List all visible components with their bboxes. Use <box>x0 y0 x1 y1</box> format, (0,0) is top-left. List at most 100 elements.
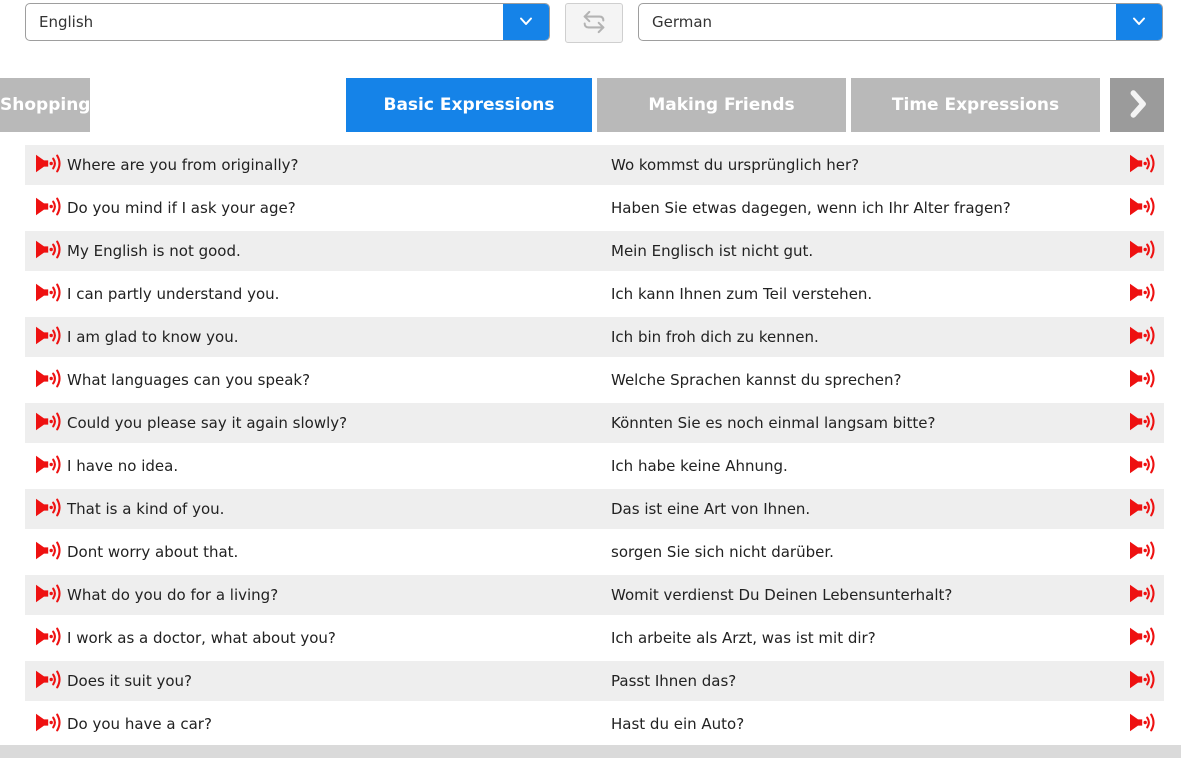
play-target-audio-button[interactable] <box>1129 188 1156 228</box>
speaker-icon <box>1129 497 1156 521</box>
speaker-icon <box>35 454 62 478</box>
play-target-audio-button[interactable] <box>1129 274 1156 314</box>
target-phrase: Ich kann Ihnen zum Teil verstehen. <box>611 274 872 314</box>
play-source-audio-button[interactable] <box>35 489 62 529</box>
source-phrase: Where are you from originally? <box>67 145 299 185</box>
source-language-value: English <box>26 4 503 40</box>
play-target-audio-button[interactable] <box>1129 446 1156 486</box>
phrase-row: That is a kind of you. Das ist eine Art … <box>25 489 1164 529</box>
play-target-audio-button[interactable] <box>1129 704 1156 744</box>
phrase-row: Could you please say it again slowly? Kö… <box>25 403 1164 443</box>
speaker-icon <box>1129 583 1156 607</box>
swap-arrows-icon <box>577 8 611 39</box>
target-language-dropdown-button[interactable] <box>1116 4 1162 40</box>
target-phrase: sorgen Sie sich nicht darüber. <box>611 532 834 572</box>
speaker-icon <box>1129 196 1156 220</box>
play-target-audio-button[interactable] <box>1129 317 1156 357</box>
phrase-row: Dont worry about that. sorgen Sie sich n… <box>25 532 1164 572</box>
target-language-value: German <box>639 4 1116 40</box>
target-phrase: Welche Sprachen kannst du sprechen? <box>611 360 902 400</box>
play-target-audio-button[interactable] <box>1129 532 1156 572</box>
target-phrase: Womit verdienst Du Deinen Lebensunterhal… <box>611 575 952 615</box>
phrase-row: Do you mind if I ask your age? Haben Sie… <box>25 188 1164 228</box>
source-phrase: Does it suit you? <box>67 661 192 701</box>
target-phrase: Ich bin froh dich zu kennen. <box>611 317 819 357</box>
phrase-row: I have no idea. Ich habe keine Ahnung. <box>25 446 1164 486</box>
speaker-icon <box>1129 239 1156 263</box>
phrase-row: Does it suit you? Passt Ihnen das? <box>25 661 1164 701</box>
chevron-down-icon <box>514 9 538 36</box>
source-language-select[interactable]: English <box>25 3 550 41</box>
source-phrase: Do you mind if I ask your age? <box>67 188 296 228</box>
target-phrase: Mein Englisch ist nicht gut. <box>611 231 813 271</box>
play-source-audio-button[interactable] <box>35 575 62 615</box>
speaker-icon <box>1129 626 1156 650</box>
speaker-icon <box>35 239 62 263</box>
play-source-audio-button[interactable] <box>35 360 62 400</box>
play-target-audio-button[interactable] <box>1129 575 1156 615</box>
speaker-icon <box>1129 454 1156 478</box>
speaker-icon <box>1129 282 1156 306</box>
tab-basic-expressions[interactable]: Basic Expressions <box>346 78 592 132</box>
target-phrase: Haben Sie etwas dagegen, wenn ich Ihr Al… <box>611 188 1011 228</box>
play-source-audio-button[interactable] <box>35 403 62 443</box>
source-phrase: Could you please say it again slowly? <box>67 403 347 443</box>
chevron-right-icon <box>1122 87 1152 124</box>
play-source-audio-button[interactable] <box>35 704 62 744</box>
target-phrase: Passt Ihnen das? <box>611 661 736 701</box>
speaker-icon <box>1129 540 1156 564</box>
play-source-audio-button[interactable] <box>35 446 62 486</box>
speaker-icon <box>35 497 62 521</box>
speaker-icon <box>35 368 62 392</box>
speaker-icon <box>1129 712 1156 736</box>
source-phrase: I am glad to know you. <box>67 317 239 357</box>
source-phrase: That is a kind of you. <box>67 489 224 529</box>
source-language-dropdown-button[interactable] <box>503 4 549 40</box>
swap-languages-button[interactable] <box>565 3 623 43</box>
tab-time-expressions[interactable]: Time Expressions <box>851 78 1100 132</box>
play-source-audio-button[interactable] <box>35 274 62 314</box>
source-phrase: I have no idea. <box>67 446 178 486</box>
speaker-icon <box>35 540 62 564</box>
play-source-audio-button[interactable] <box>35 317 62 357</box>
play-target-audio-button[interactable] <box>1129 661 1156 701</box>
target-phrase: Hast du ein Auto? <box>611 704 744 744</box>
target-phrase: Ich arbeite als Arzt, was ist mit dir? <box>611 618 876 658</box>
phrase-row: I am glad to know you. Ich bin froh dich… <box>25 317 1164 357</box>
play-source-audio-button[interactable] <box>35 231 62 271</box>
target-phrase: Das ist eine Art von Ihnen. <box>611 489 810 529</box>
tab-shopping[interactable]: Shopping <box>0 78 90 132</box>
target-language-select[interactable]: German <box>638 3 1163 41</box>
play-source-audio-button[interactable] <box>35 618 62 658</box>
phrase-row: I work as a doctor, what about you? Ich … <box>25 618 1164 658</box>
speaker-icon <box>1129 153 1156 177</box>
speaker-icon <box>1129 411 1156 435</box>
play-target-audio-button[interactable] <box>1129 145 1156 185</box>
source-phrase: My English is not good. <box>67 231 241 271</box>
category-tabbar: Basic ExpressionsMaking FriendsTime Expr… <box>0 78 1181 132</box>
phrase-row: I can partly understand you. Ich kann Ih… <box>25 274 1164 314</box>
source-phrase: What do you do for a living? <box>67 575 278 615</box>
play-target-audio-button[interactable] <box>1129 231 1156 271</box>
phrase-row: My English is not good. Mein Englisch is… <box>25 231 1164 271</box>
tab-making-friends[interactable]: Making Friends <box>597 78 846 132</box>
speaker-icon <box>35 626 62 650</box>
phrase-row: Where are you from originally? Wo kommst… <box>25 145 1164 185</box>
source-phrase: I work as a doctor, what about you? <box>67 618 336 658</box>
play-target-audio-button[interactable] <box>1129 403 1156 443</box>
play-target-audio-button[interactable] <box>1129 618 1156 658</box>
source-phrase: I can partly understand you. <box>67 274 279 314</box>
tabs-next-button[interactable] <box>1110 78 1164 132</box>
play-source-audio-button[interactable] <box>35 532 62 572</box>
play-target-audio-button[interactable] <box>1129 360 1156 400</box>
speaker-icon <box>35 583 62 607</box>
play-target-audio-button[interactable] <box>1129 489 1156 529</box>
phrase-row: What do you do for a living? Womit verdi… <box>25 575 1164 615</box>
phrase-list: Where are you from originally? Wo kommst… <box>25 145 1164 747</box>
play-source-audio-button[interactable] <box>35 145 62 185</box>
target-phrase: Ich habe keine Ahnung. <box>611 446 788 486</box>
play-source-audio-button[interactable] <box>35 188 62 228</box>
phrase-row: What languages can you speak? Welche Spr… <box>25 360 1164 400</box>
speaker-icon <box>1129 325 1156 349</box>
play-source-audio-button[interactable] <box>35 661 62 701</box>
